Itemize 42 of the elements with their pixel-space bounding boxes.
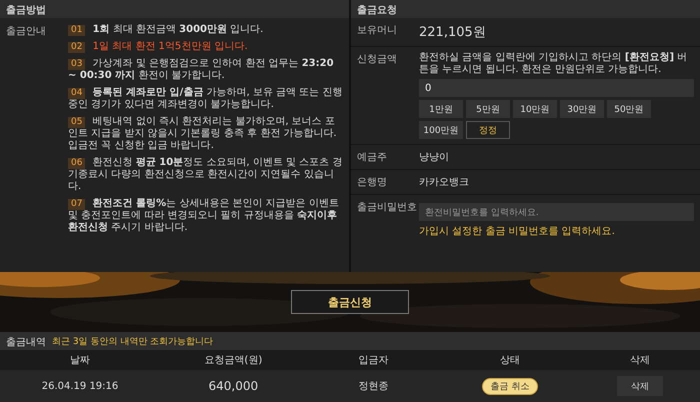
amount-button[interactable]: 1만원 [419, 100, 463, 118]
amount-button[interactable]: 10만원 [513, 100, 557, 118]
field-label: 보유머니 [357, 24, 398, 38]
column-header: 입금자 [357, 354, 390, 367]
column-header: 삭제 [628, 354, 651, 367]
table-cell-text: 정현종 [357, 380, 390, 393]
notice-item: 04 등록된 계좌로만 입/출금 가능하며, 보유 금액 또는 진행중인 경기가 있다면 계좌변경이 불가능합니다. [68, 87, 343, 111]
hint-text: 가입시 설정한 출금 비밀번호를 입력하세요. [419, 226, 615, 237]
notice-text: 최근 3일 동안의 내역만 조회가능합니다 [52, 336, 214, 347]
column-header: 요청금액(원) [203, 354, 264, 367]
instruction-text: 환전하실 금액을 입력란에 기입하시고 하단의 [환전요청] 버튼을 누르시면 됩니다. 환전은 만원단위로 가능합니다. [419, 52, 688, 76]
amount-button[interactable]: 5만원 [466, 100, 510, 118]
reset-button[interactable]: 정정 [466, 121, 510, 139]
amount-button[interactable]: 30만원 [560, 100, 604, 118]
column-header: 상태 [498, 354, 521, 367]
panel-title: 출금방법 [0, 0, 349, 18]
amount-button[interactable]: 100만원 [419, 121, 463, 139]
withdraw-button[interactable]: 출금신청 [291, 290, 409, 314]
amount-button[interactable]: 50만원 [607, 100, 651, 118]
delete-button[interactable]: 삭제 [616, 376, 663, 396]
status-badge: 출금 취소 [482, 378, 538, 394]
notice-item: 05 베팅내역 없이 즉시 환전처리는 불가하오며, 보너스 포인트 지급을 받지 않을시 기본롤링 충족 후 환전 가능합니다. 입금전 꼭 신청한 입금 바랍니다. [68, 116, 338, 152]
panel-title: 출금요청 [351, 0, 700, 18]
field-label: 은행명 [357, 176, 388, 189]
field-label: 출금비밀번호 [357, 201, 415, 215]
field-value: 냥냥이 [419, 152, 449, 163]
table-cell-text: 26.04.19 19:16 [40, 380, 120, 392]
table-cell-text: 640,000 [208, 379, 260, 393]
field-label: 신청금액 [357, 53, 398, 67]
notice-item: 06 환전신청 평균 10분정도 소요되며, 이벤트 및 스포츠 경기종료시 다량의 환전신청으로 환전시간이 지연될수 있습니다. [68, 157, 343, 193]
notice-item: 07 환전조건 롤링%는 상세내용은 본인이 지급받은 이벤트 및 충전포인트에 따라 변경되오니 필히 규정내용을 숙지이후 환전신청 주시기 바랍니다. [68, 198, 340, 234]
field-value: 카카오뱅크 [419, 177, 469, 188]
password-field[interactable]: 환전비밀번호를 입력하세요. [419, 203, 694, 221]
section-title: 출금내역 [6, 336, 46, 347]
section-label: 출금안내 [6, 26, 46, 37]
notice-item: 01 1회 최대 환전금액 3000만원 입니다. [68, 24, 343, 36]
amount-field[interactable]: 0 [419, 79, 694, 97]
column-header: 날짜 [69, 354, 91, 367]
notice-item: 03 가상계좌 및 은행점검으로 인하여 환전 업무는 23:20 ~ 00:30 까지 환전이 불가합니다. [68, 58, 335, 82]
field-value: 221,105원 [419, 25, 486, 40]
notice-item: 02 1일 최대 환전 1억5천만원 입니다. [68, 41, 343, 53]
field-label: 예금주 [357, 151, 388, 164]
